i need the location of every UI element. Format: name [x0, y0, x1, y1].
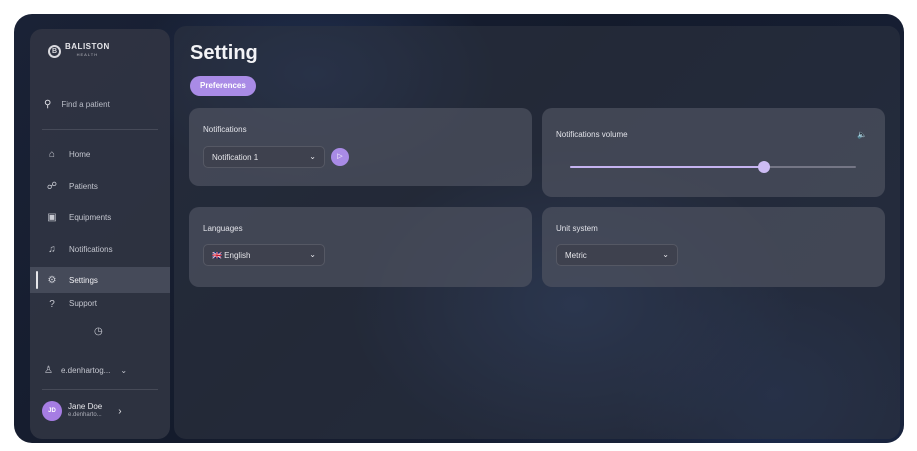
search-icon: ⚲: [44, 99, 52, 110]
unit-system-title: Unit system: [556, 224, 598, 233]
select-value: Metric: [565, 250, 587, 260]
patient-search[interactable]: ⚲ Find a patient: [44, 99, 110, 110]
sidebar-item-equipments[interactable]: ▣ Equipments: [30, 204, 170, 230]
equipment-icon: ▣: [47, 211, 57, 223]
sidebar-item-label: Settings: [69, 275, 98, 285]
sidebar-divider: [42, 389, 158, 390]
sidebar-item-label: Home: [69, 149, 91, 159]
sidebar-item-patients[interactable]: ☍ Patients: [30, 173, 170, 199]
speaker-icon: 🔈: [857, 130, 867, 139]
volume-slider-fill: [570, 166, 765, 168]
page-title: Setting: [190, 42, 258, 64]
logo-subtitle: HEALTH: [76, 52, 99, 57]
notification-sound-select[interactable]: Notification 1 ⌄: [203, 146, 325, 168]
sidebar-item-label: Patients: [69, 181, 98, 191]
language-select[interactable]: 🇬🇧 English ⌄: [203, 244, 325, 266]
sidebar-item-home[interactable]: ⌂ Home: [30, 141, 170, 167]
select-value: 🇬🇧 English: [212, 250, 251, 260]
volume-slider-thumb[interactable]: [758, 161, 771, 173]
sidebar-item-support[interactable]: ? Support: [30, 299, 170, 313]
volume-title: Notifications volume: [556, 130, 628, 139]
notifications-title: Notifications: [203, 125, 247, 134]
account-selector[interactable]: ♙ e.denhartog... ⌄: [44, 365, 127, 376]
sidebar-item-notifications[interactable]: ♫ Notifications: [30, 236, 170, 262]
play-button[interactable]: ▷: [331, 148, 349, 166]
sidebar-item-label: Notifications: [69, 244, 113, 254]
unit-system-card: Unit system Metric ⌄: [542, 207, 885, 287]
patients-icon: ☍: [46, 180, 58, 192]
languages-title: Languages: [203, 224, 243, 233]
volume-slider[interactable]: [570, 161, 856, 173]
logo[interactable]: B BALISTON HEALTH: [48, 43, 110, 59]
clock-icon[interactable]: ◷: [94, 326, 103, 337]
logo-mark-icon: B: [48, 44, 61, 58]
chevron-down-icon: ⌄: [120, 366, 128, 375]
sidebar-divider: [42, 129, 158, 130]
gear-icon: ⚙: [47, 274, 57, 286]
chevron-down-icon: ⌄: [662, 250, 669, 259]
home-icon: ⌂: [48, 148, 56, 160]
chevron-down-icon: ⌄: [309, 250, 316, 259]
notifications-card: Notifications Notification 1 ⌄ ▷: [189, 108, 532, 186]
select-value: Notification 1: [212, 152, 259, 162]
chevron-down-icon: ⌄: [309, 152, 316, 161]
support-icon: ?: [49, 299, 55, 310]
tab-preferences[interactable]: Preferences: [190, 76, 256, 96]
app-window: B BALISTON HEALTH ⚲ Find a patient ⌂ Hom…: [14, 14, 904, 443]
sidebar: B BALISTON HEALTH ⚲ Find a patient ⌂ Hom…: [30, 29, 170, 439]
search-placeholder: Find a patient: [61, 100, 110, 109]
bell-icon: ♫: [48, 243, 56, 255]
logo-title: BALISTON: [65, 42, 110, 51]
sidebar-item-label: Equipments: [69, 212, 112, 222]
languages-card: Languages 🇬🇧 English ⌄: [189, 207, 532, 287]
sidebar-item-label: Support: [69, 299, 98, 308]
chevron-right-icon: ›: [118, 405, 122, 417]
user-icon: ♙: [44, 365, 53, 376]
main-panel: Setting Preferences Notifications Notifi…: [174, 26, 900, 439]
sidebar-item-settings[interactable]: ⚙ Settings: [30, 267, 170, 293]
unit-system-select[interactable]: Metric ⌄: [556, 244, 678, 266]
volume-card: Notifications volume 🔈: [542, 108, 885, 197]
avatar: JD: [42, 401, 62, 421]
user-profile[interactable]: JD Jane Doe e.denharto... ›: [42, 401, 122, 421]
account-label: e.denhartog...: [60, 366, 111, 375]
user-email: e.denharto...: [68, 412, 102, 418]
user-name: Jane Doe: [68, 402, 103, 411]
